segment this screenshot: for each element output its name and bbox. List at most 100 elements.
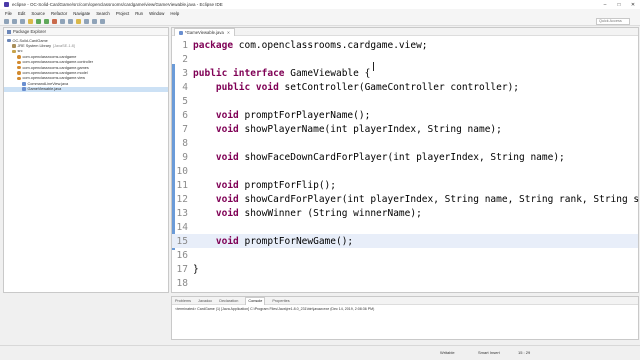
back-icon[interactable]: [92, 18, 97, 24]
run-icon[interactable]: [44, 18, 49, 24]
code-line[interactable]: 10: [172, 164, 638, 178]
code-text: promptForFlip();: [238, 179, 336, 191]
tab-javadoc[interactable]: Javadoc: [198, 299, 212, 303]
status-insert-mode: Smart Insert: [478, 350, 500, 355]
menu-source[interactable]: Source: [31, 11, 45, 16]
package-explorer-tab[interactable]: Package Explorer: [4, 28, 168, 36]
window-title: eclipse - OC-Solid-CardGame/src/com/open…: [12, 2, 223, 7]
menu-file[interactable]: File: [5, 11, 12, 16]
code-keyword: void: [193, 109, 239, 121]
java-file-icon: [22, 82, 26, 86]
tab-problems[interactable]: Problems: [175, 299, 191, 303]
code-text: }: [193, 263, 199, 275]
line-number: 3: [182, 67, 188, 79]
tree-item-label: OC-Solid-CardGame: [12, 38, 48, 43]
debug-icon[interactable]: [36, 18, 41, 24]
search-icon[interactable]: [84, 18, 89, 24]
code-line[interactable]: 4 public void setController(GameControll…: [172, 80, 638, 94]
code-line[interactable]: 7 void showPlayerName(int playerIndex, S…: [172, 122, 638, 136]
code-keyword: void: [193, 207, 239, 219]
java-file-icon: [179, 30, 183, 35]
toolbar: Quick Access: [0, 17, 640, 26]
menu-run[interactable]: Run: [135, 11, 143, 16]
code-text: GameViewable {: [284, 67, 371, 79]
code-text: promptForNewGame();: [238, 235, 354, 247]
code-line[interactable]: 14: [172, 220, 638, 234]
line-number: 6: [182, 109, 188, 121]
menu-refactor[interactable]: Refactor: [51, 11, 67, 16]
code-line[interactable]: 11 void promptForFlip();: [172, 178, 638, 192]
package-explorer-title: Package Explorer: [13, 29, 47, 34]
tree-item-label: com.openclassrooms.cardgame.controller: [22, 60, 93, 65]
line-number: 16: [176, 249, 188, 261]
forward-icon[interactable]: [100, 18, 105, 24]
build-icon[interactable]: [28, 18, 33, 24]
code-line[interactable]: 16: [172, 248, 638, 262]
new-java-package-icon[interactable]: [60, 18, 65, 24]
mouse-cursor: [373, 62, 374, 71]
code-line[interactable]: 17}: [172, 262, 638, 276]
external-tools-icon[interactable]: [52, 18, 57, 24]
menu-project[interactable]: Project: [116, 11, 129, 16]
menu-help[interactable]: Help: [170, 11, 179, 16]
title-bar: eclipse - OC-Solid-CardGame/src/com/open…: [0, 0, 640, 9]
close-tab-icon[interactable]: ✕: [227, 30, 230, 35]
editor-tab-label: *GameViewable.java: [185, 30, 224, 35]
code-text: com.openclassrooms.cardgame.view;: [233, 39, 428, 51]
save-icon[interactable]: [12, 18, 17, 24]
line-number: 5: [182, 95, 188, 107]
code-line[interactable]: 2: [172, 52, 638, 66]
line-number: 18: [176, 277, 188, 289]
code-line[interactable]: 9 void showFaceDownCardForPlayer(int pla…: [172, 150, 638, 164]
code-line[interactable]: 18: [172, 276, 638, 290]
code-line[interactable]: 5: [172, 94, 638, 108]
new-java-class-icon[interactable]: [68, 18, 73, 24]
package-icon: [17, 55, 21, 59]
tab-console[interactable]: Console: [245, 296, 266, 305]
library-icon: [12, 44, 16, 48]
editor-tab[interactable]: *GameViewable.java ✕: [174, 28, 236, 36]
code-keyword: void: [193, 151, 239, 163]
new-icon[interactable]: [4, 18, 9, 24]
code-line[interactable]: 6 void promptForPlayerName();: [172, 108, 638, 122]
package-explorer-icon: [7, 29, 11, 34]
menu-navigate[interactable]: Navigate: [73, 11, 90, 16]
project-icon: [7, 38, 11, 43]
code-area[interactable]: 1 package com.openclassrooms.cardgame.vie…: [172, 36, 640, 292]
menu-search[interactable]: Search: [96, 11, 110, 16]
code-line[interactable]: 13 void showWinner (String winnerName);: [172, 206, 638, 220]
code-keyword: public void: [193, 81, 279, 93]
code-keyword: public interface: [193, 67, 285, 79]
tab-declaration[interactable]: Declaration: [219, 299, 238, 303]
java-file-icon: [22, 87, 26, 91]
line-number: 15: [176, 235, 188, 247]
eclipse-icon: [4, 2, 9, 7]
line-number: 2: [182, 53, 188, 65]
bottom-tabs: Problems Javadoc Declaration Console Pro…: [172, 296, 638, 305]
code-line[interactable]: 8: [172, 136, 638, 150]
line-number: 14: [176, 221, 188, 233]
bottom-panel: Problems Javadoc Declaration Console Pro…: [171, 296, 639, 340]
close-button[interactable]: ✕: [626, 0, 640, 9]
project-tree: OC-Solid-CardGame JRE System Library [Ja…: [4, 36, 168, 92]
minimize-button[interactable]: –: [598, 0, 612, 9]
code-line[interactable]: 12 void showCardForPlayer(int playerInde…: [172, 192, 640, 206]
code-line[interactable]: 1 package com.openclassrooms.cardgame.vie…: [172, 38, 638, 52]
save-all-icon[interactable]: [20, 18, 25, 24]
maximize-button[interactable]: □: [612, 0, 626, 9]
code-keyword: void: [193, 235, 239, 247]
code-keyword: void: [193, 123, 239, 135]
package-icon: [17, 76, 21, 81]
menu-edit[interactable]: Edit: [18, 11, 25, 16]
code-line[interactable]: 15 void promptForNewGame();: [172, 234, 638, 248]
quick-access-input[interactable]: Quick Access: [596, 18, 630, 25]
menu-window[interactable]: Window: [149, 11, 164, 16]
line-number: 7: [182, 123, 188, 135]
line-number: 4: [182, 81, 188, 93]
open-type-icon[interactable]: [76, 18, 81, 24]
tree-item-label: JRE System Library: [17, 44, 52, 49]
line-number: 11: [176, 179, 188, 191]
code-line[interactable]: 3 public interface GameViewable {: [172, 66, 638, 80]
tab-properties[interactable]: Properties: [272, 299, 289, 303]
tree-item-file-selected[interactable]: GameViewable.java: [4, 86, 168, 92]
